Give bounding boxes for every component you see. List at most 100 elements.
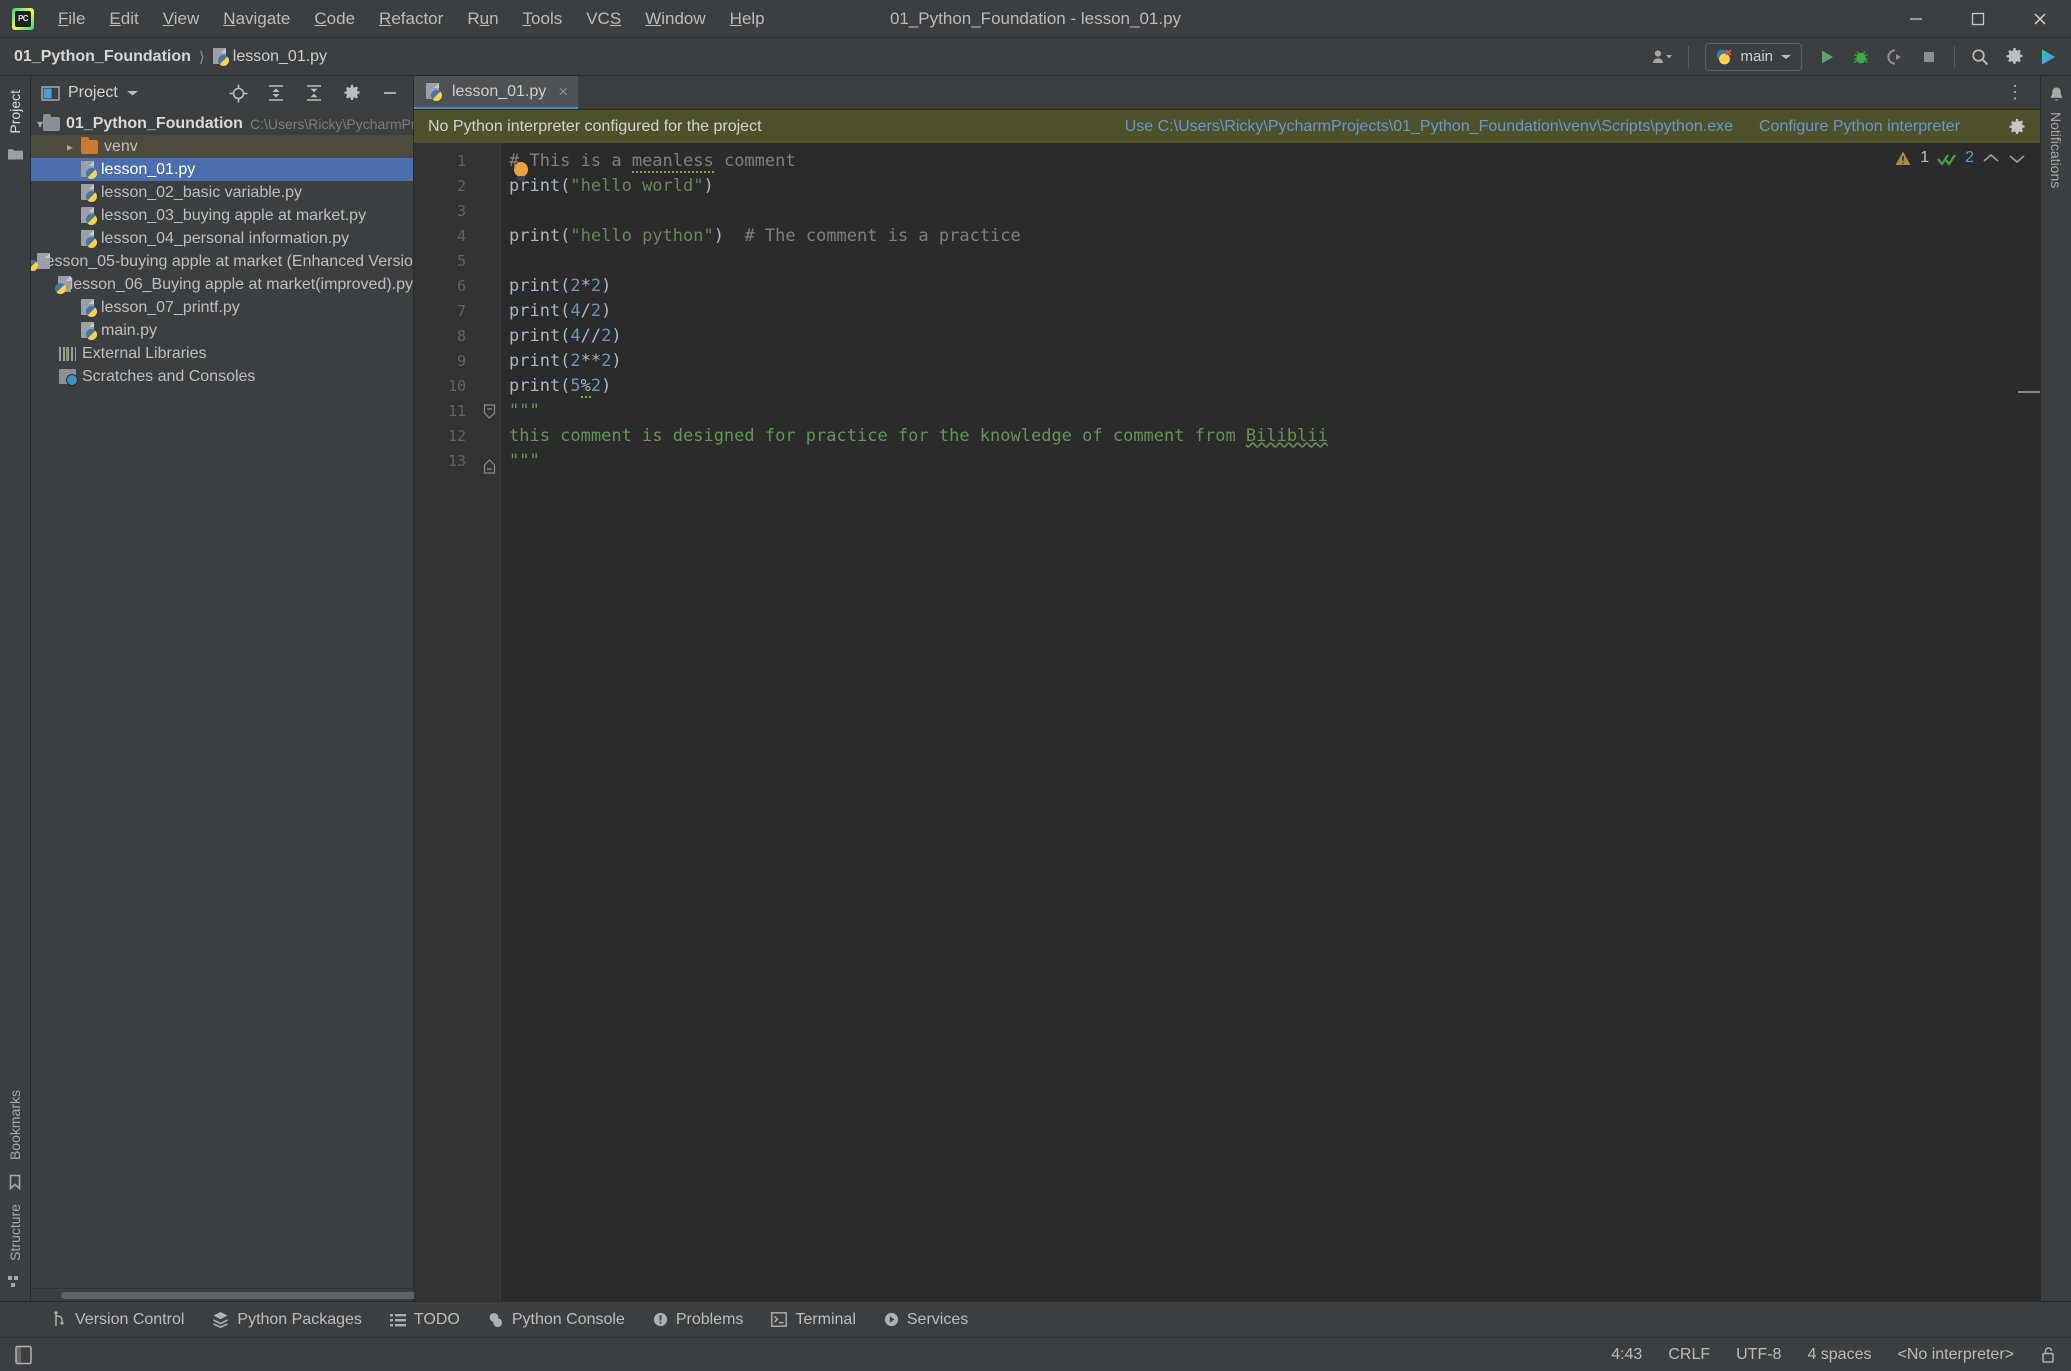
user-account-icon[interactable] — [1648, 43, 1678, 71]
expand-all-icon[interactable] — [261, 79, 291, 107]
breadcrumb-file[interactable]: lesson_01.py — [233, 48, 327, 66]
settings-gear-icon[interactable] — [2008, 118, 2026, 136]
tree-node-venv[interactable]: ▸ venv — [31, 135, 413, 158]
interpreter-selector[interactable]: <No interpreter> — [1897, 1346, 2014, 1364]
bottom-tab-terminal[interactable]: Terminal — [757, 1307, 869, 1333]
code-line[interactable]: print("hello world") — [509, 174, 2040, 199]
settings-gear-icon[interactable] — [337, 79, 367, 107]
minimize-button[interactable] — [1885, 0, 1947, 38]
code-line[interactable] — [509, 249, 2040, 274]
scrollbar-thumb[interactable] — [61, 1292, 421, 1299]
code-line[interactable]: print(2*2) — [509, 274, 2040, 299]
line-number[interactable]: 10 — [414, 374, 478, 399]
tree-node-lesson-03[interactable]: lesson_03_buying apple at market.py — [31, 204, 413, 227]
code-text-area[interactable]: # This is a meanless comment print("hello… — [500, 143, 2040, 1301]
ide-assistant-icon[interactable] — [2033, 43, 2063, 71]
more-options-icon[interactable]: ⋮ — [1992, 76, 2040, 109]
code-folding-column[interactable] — [478, 143, 500, 1301]
use-interpreter-link[interactable]: Use C:\Users\Ricky\PycharmProjects\01_Py… — [1125, 118, 1733, 136]
tree-node-lesson-01[interactable]: lesson_01.py — [31, 158, 413, 181]
settings-gear-icon[interactable] — [1999, 43, 2029, 71]
sidebar-tab-notifications[interactable]: Notifications — [2048, 104, 2064, 196]
line-number[interactable]: 13 — [414, 449, 478, 474]
bottom-tab-problems[interactable]: Problems — [639, 1307, 758, 1333]
line-number[interactable]: 12 — [414, 424, 478, 449]
close-button[interactable] — [2009, 0, 2071, 38]
tree-node-external-libraries[interactable]: External Libraries — [31, 342, 413, 365]
unlocked-padlock-icon[interactable] — [2040, 1346, 2057, 1364]
code-line[interactable] — [509, 199, 2040, 224]
breadcrumb-project[interactable]: 01_Python_Foundation — [14, 48, 191, 66]
fold-region-start-icon[interactable] — [478, 404, 500, 429]
line-number[interactable]: 1 — [414, 149, 478, 174]
previous-problem-icon[interactable] — [1982, 152, 2000, 165]
line-number[interactable]: 5 — [414, 249, 478, 274]
menu-navigate[interactable]: Navigate — [211, 5, 302, 33]
bottom-tab-todo[interactable]: TODO — [376, 1307, 474, 1333]
sidebar-tab-bookmarks[interactable]: Bookmarks — [7, 1082, 23, 1168]
locate-target-icon[interactable] — [223, 79, 253, 107]
run-coverage-icon[interactable] — [1880, 43, 1910, 71]
file-encoding[interactable]: UTF-8 — [1736, 1346, 1781, 1364]
line-number[interactable]: 2 — [414, 174, 478, 199]
menu-help[interactable]: Help — [718, 5, 777, 33]
editor-tab-lesson-01[interactable]: lesson_01.py × — [414, 76, 579, 109]
collapse-all-icon[interactable] — [299, 79, 329, 107]
project-horizontal-scrollbar[interactable] — [31, 1288, 421, 1301]
code-line[interactable]: # This is a meanless comment — [509, 149, 2040, 174]
close-tab-icon[interactable]: × — [558, 82, 568, 102]
sidebar-tab-project[interactable]: Project — [7, 82, 23, 142]
run-configuration-selector[interactable]: main — [1705, 42, 1802, 71]
stop-icon[interactable] — [1914, 43, 1944, 71]
tree-node-lesson-04[interactable]: lesson_04_personal information.py — [31, 227, 413, 250]
menu-code[interactable]: Code — [302, 5, 367, 33]
menu-view[interactable]: View — [151, 5, 212, 33]
menu-file[interactable]: FFileile — [46, 5, 97, 33]
hide-panel-icon[interactable] — [375, 79, 405, 107]
next-problem-icon[interactable] — [2008, 152, 2026, 165]
line-number[interactable]: 11 — [414, 399, 478, 424]
line-number[interactable]: 6 — [414, 274, 478, 299]
chevron-right-icon[interactable]: ▸ — [59, 140, 81, 154]
menu-run[interactable]: Run — [455, 5, 510, 33]
line-separator[interactable]: CRLF — [1668, 1346, 1710, 1364]
tree-node-lesson-05[interactable]: lesson_05-buying apple at market (Enhanc… — [31, 250, 413, 273]
line-number[interactable]: 9 — [414, 349, 478, 374]
indent-setting[interactable]: 4 spaces — [1807, 1346, 1871, 1364]
search-icon[interactable] — [1965, 43, 1995, 71]
bell-icon[interactable] — [2048, 86, 2065, 104]
intention-lightbulb-icon[interactable] — [511, 161, 531, 183]
chevron-down-icon[interactable] — [126, 89, 139, 98]
run-icon[interactable] — [1812, 43, 1842, 71]
tree-node-lesson-02[interactable]: lesson_02_basic variable.py — [31, 181, 413, 204]
menu-tools[interactable]: Tools — [511, 5, 575, 33]
code-line[interactable]: print("hello python") # The comment is a… — [509, 224, 2040, 249]
toggle-tool-window-icon[interactable] — [14, 1345, 33, 1365]
line-number[interactable]: 8 — [414, 324, 478, 349]
project-file-tree[interactable]: ▾ 01_Python_Foundation C:\Users\Ricky\Py… — [31, 110, 413, 1288]
code-editor[interactable]: 1 2 3 4 5 6 7 8 9 10 11 12 13 # This is a meanless c… — [414, 143, 2040, 1301]
tree-node-main[interactable]: main.py — [31, 319, 413, 342]
bottom-tab-python-console[interactable]: Python Console — [474, 1307, 639, 1333]
inspection-widget[interactable]: 1 2 — [1894, 149, 2026, 167]
line-number[interactable]: 4 — [414, 224, 478, 249]
tree-node-project-root[interactable]: ▾ 01_Python_Foundation C:\Users\Ricky\Py… — [31, 112, 413, 135]
bottom-tab-version-control[interactable]: Version Control — [38, 1307, 198, 1333]
code-line[interactable]: print(4/2) — [509, 299, 2040, 324]
maximize-button[interactable] — [1947, 0, 2009, 38]
tree-node-lesson-06[interactable]: lesson_06_Buying apple at market(improve… — [31, 273, 413, 296]
code-line[interactable]: """ — [509, 449, 2040, 474]
line-number[interactable]: 7 — [414, 299, 478, 324]
tree-node-scratches[interactable]: Scratches and Consoles — [31, 365, 413, 388]
line-number[interactable]: 3 — [414, 199, 478, 224]
menu-refactor[interactable]: Refactor — [367, 5, 455, 33]
code-line[interactable]: this comment is designed for practice fo… — [509, 424, 2040, 449]
fold-region-end-icon[interactable] — [478, 459, 500, 484]
debug-icon[interactable] — [1846, 43, 1876, 71]
menu-edit[interactable]: Edit — [97, 5, 150, 33]
sidebar-tab-structure[interactable]: Structure — [7, 1196, 23, 1269]
code-line[interactable]: print(5%2) — [509, 374, 2040, 399]
tree-node-lesson-07[interactable]: lesson_07_printf.py — [31, 296, 413, 319]
bottom-tab-python-packages[interactable]: Python Packages — [198, 1307, 376, 1333]
menu-window[interactable]: Window — [633, 5, 717, 33]
